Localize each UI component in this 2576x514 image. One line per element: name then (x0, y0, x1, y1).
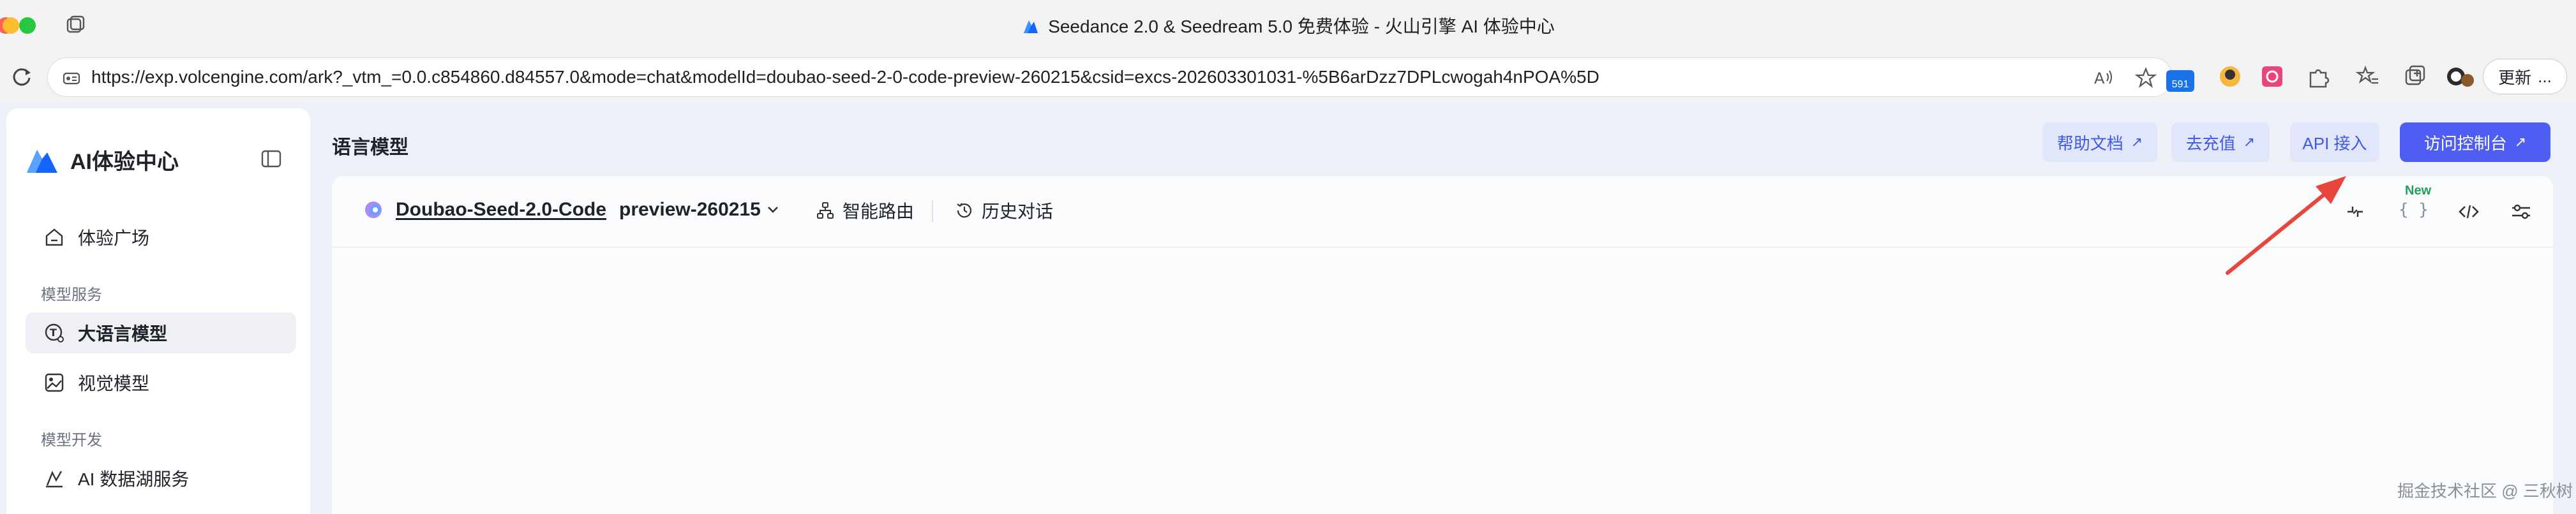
svg-text:T: T (50, 327, 57, 339)
avatar-extension-icon[interactable] (2217, 64, 2243, 89)
window-title: Seedance 2.0 & Seedream 5.0 免费体验 - 火山引擎 … (0, 13, 2576, 38)
brand-title: AI体验中心 (70, 150, 179, 174)
window-title-text: Seedance 2.0 & Seedream 5.0 免费体验 - 火山引擎 … (1048, 17, 1555, 36)
sidebar-item-data-lake[interactable]: AI 数据湖服务 (26, 458, 296, 499)
page-content: AI体验中心 体验广场 模型服务 T 大语言模型 视觉模型 模型开发 AI 数据… (0, 102, 2576, 514)
sidebar-item-label: 体验广场 (78, 228, 150, 248)
url-text[interactable]: https://exp.volcengine.com/ark?_vtm_=0.0… (91, 67, 1599, 87)
pink-extension-icon[interactable] (2259, 64, 2285, 89)
external-arrow-icon: ↗ (2514, 134, 2527, 150)
toolbar-divider (932, 200, 933, 222)
api-access-button[interactable]: API 接入 (2290, 122, 2379, 162)
sidebar-item-label: 视觉模型 (78, 374, 150, 393)
code-icon[interactable] (2457, 200, 2480, 223)
favorites-icon[interactable] (2355, 64, 2381, 89)
update-label: 更新 (2498, 68, 2532, 87)
data-lake-icon (46, 471, 63, 488)
history-button[interactable]: 历史对话 (955, 198, 1053, 223)
sidebar-item-label: AI 数据湖服务 (78, 469, 190, 489)
console-label: 访问控制台 (2423, 133, 2507, 153)
watermark: 掘金技术社区 @ 三秋树 (2397, 481, 2573, 501)
recharge-button[interactable]: 去充值 ↗ (2171, 122, 2270, 162)
reload-icon[interactable] (9, 64, 34, 89)
sidebar-item-llm[interactable]: T 大语言模型 (26, 312, 296, 353)
favorite-star-icon[interactable] (2135, 67, 2157, 89)
sidebar-item-label: 大语言模型 (78, 324, 168, 344)
api-access-label: API 接入 (2302, 133, 2367, 153)
compress-icon[interactable] (2344, 200, 2367, 223)
help-docs-label: 帮助文档 (2056, 133, 2123, 153)
recharge-label: 去充值 (2185, 133, 2236, 153)
browser-toolbar: https://exp.volcengine.com/ark?_vtm_=0.0… (0, 51, 2576, 102)
routing-icon (817, 202, 834, 219)
sidebar: AI体验中心 体验广场 模型服务 T 大语言模型 视觉模型 模型开发 AI 数据… (6, 108, 310, 514)
sidebar-item-experience-plaza[interactable]: 体验广场 (26, 217, 296, 258)
chat-model-icon: T (45, 323, 64, 342)
extension-badge[interactable]: 591 (2166, 70, 2194, 92)
external-arrow-icon: ↗ (2243, 134, 2256, 150)
external-arrow-icon: ↗ (2130, 134, 2143, 150)
history-icon (957, 203, 972, 218)
window-titlebar: Seedance 2.0 & Seedream 5.0 免费体验 - 火山引擎 … (0, 0, 2576, 51)
json-braces-icon[interactable]: { } (2399, 200, 2429, 223)
doubao-model-icon (365, 202, 382, 218)
volcengine-logo-icon (1024, 20, 1038, 33)
site-info-icon[interactable] (62, 68, 81, 87)
section-label-model-services: 模型服务 (41, 286, 102, 304)
smart-routing-button[interactable]: 智能路由 (816, 198, 914, 223)
collections-icon[interactable] (2402, 64, 2428, 89)
chat-panel: Doubao-Seed-2.0-Code preview-260215 智能路由 (332, 176, 2553, 514)
profile-avatar-icon[interactable] (2445, 64, 2476, 89)
chevron-down-icon[interactable] (765, 202, 781, 218)
new-tag: New (2405, 184, 2432, 198)
brand-row[interactable]: AI体验中心 (26, 144, 179, 175)
home-icon (45, 228, 63, 246)
browser-update-button[interactable]: 更新 ... (2483, 59, 2567, 94)
collapse-sidebar-icon[interactable] (260, 148, 282, 170)
settings-sliders-icon[interactable] (2510, 200, 2533, 223)
page-title: 语言模型 (332, 137, 408, 158)
more-menu-icon[interactable]: ... (2538, 67, 2552, 87)
read-aloud-icon[interactable]: A (2093, 67, 2115, 89)
address-bar[interactable]: https://exp.volcengine.com/ark?_vtm_=0.0… (47, 57, 2173, 97)
image-icon (45, 373, 64, 392)
model-toolbar: Doubao-Seed-2.0-Code preview-260215 智能路由 (332, 176, 2553, 247)
history-label: 历史对话 (982, 202, 1054, 221)
model-version[interactable]: preview-260215 (619, 199, 761, 221)
console-button[interactable]: 访问控制台 ↗ (2400, 122, 2550, 162)
help-docs-button[interactable]: 帮助文档 ↗ (2042, 122, 2157, 162)
section-label-model-dev: 模型开发 (41, 432, 102, 449)
svg-text:A: A (2094, 70, 2105, 87)
smart-routing-label: 智能路由 (842, 202, 915, 221)
extensions-puzzle-icon[interactable] (2305, 64, 2331, 89)
extension-badge-count: 591 (2171, 79, 2189, 90)
sidebar-item-vision-model[interactable]: 视觉模型 (26, 362, 296, 403)
model-name[interactable]: Doubao-Seed-2.0-Code (396, 199, 606, 221)
volcengine-logo-icon (27, 149, 57, 173)
